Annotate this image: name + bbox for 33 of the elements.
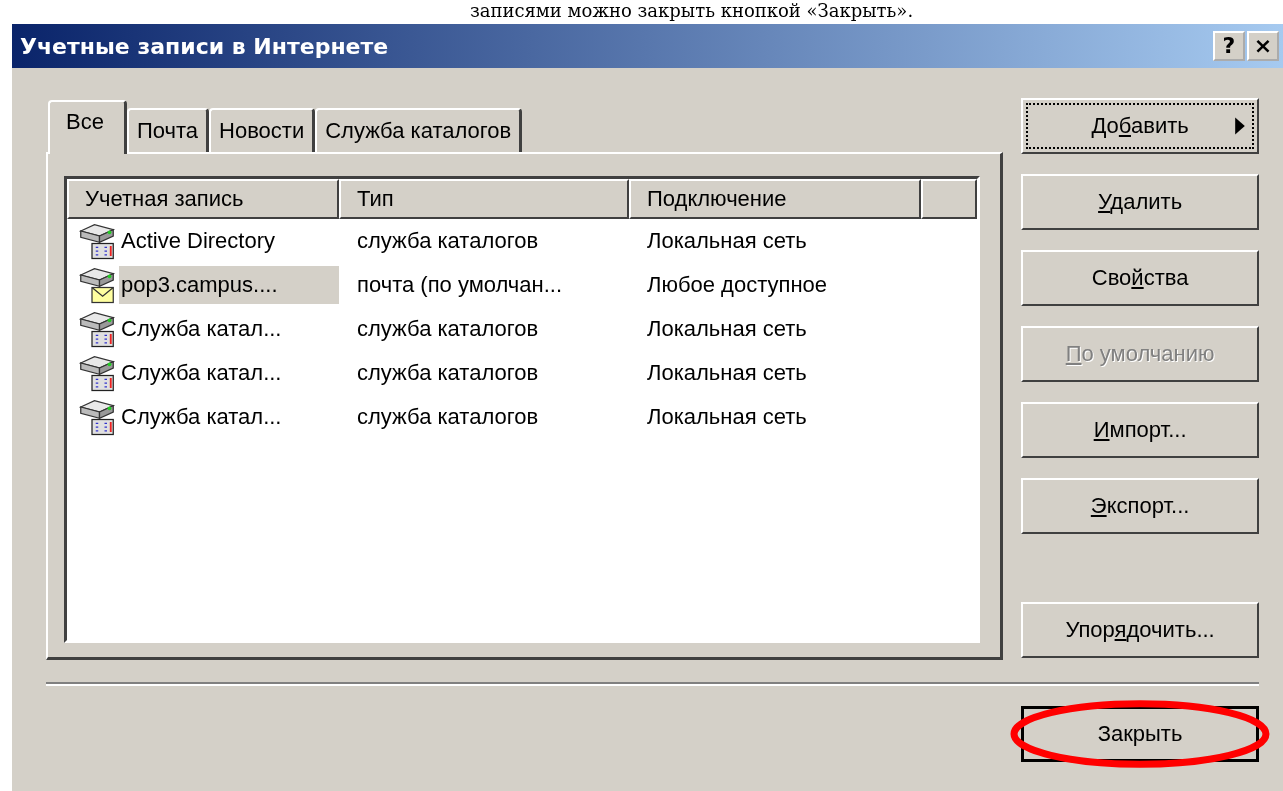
- action-button[interactable]: Экспорт...: [1021, 478, 1259, 534]
- table-cell-text: служба каталогов: [356, 360, 540, 386]
- column-header[interactable]: [921, 179, 978, 219]
- table-cell-text: служба каталогов: [356, 404, 540, 430]
- action-button[interactable]: Добавить: [1021, 98, 1259, 154]
- account-name[interactable]: pop3.campus....: [119, 266, 339, 304]
- sort-button[interactable]: Упорядочить...: [1021, 602, 1259, 658]
- column-header[interactable]: Тип: [339, 179, 629, 219]
- action-button[interactable]: Свойства: [1021, 250, 1259, 306]
- tab[interactable]: Все: [48, 100, 127, 154]
- action-button[interactable]: Импорт...: [1021, 402, 1259, 458]
- tab[interactable]: Новости: [209, 108, 316, 152]
- table-cell-text: Локальная сеть: [646, 404, 808, 430]
- table-cell-text: служба каталогов: [356, 228, 540, 254]
- tab[interactable]: Почта: [126, 108, 209, 152]
- document-text: записями можно закрыть кнопкой «Закрыть».: [468, 0, 915, 22]
- action-button[interactable]: Удалить: [1021, 174, 1259, 230]
- account-name[interactable]: Active Directory: [119, 222, 278, 260]
- table-cell-text: служба каталогов: [356, 316, 540, 342]
- column-header[interactable]: Учетная запись: [67, 179, 339, 219]
- table-cell-text: Любое доступное: [646, 272, 829, 298]
- account-name[interactable]: Служба катал...: [119, 354, 284, 392]
- help-button[interactable]: ?: [1213, 31, 1245, 61]
- close-button[interactable]: ×: [1247, 31, 1279, 61]
- account-name[interactable]: Служба катал...: [119, 310, 284, 348]
- table-cell-text: Локальная сеть: [646, 228, 808, 254]
- table-cell-text: Локальная сеть: [646, 360, 808, 386]
- table-cell-text: Локальная сеть: [646, 316, 808, 342]
- window-title: Учетные записи в Интернете: [20, 33, 389, 59]
- column-header[interactable]: Подключение: [629, 179, 921, 219]
- table-cell-text: почта (по умолчан...: [356, 272, 564, 298]
- account-name[interactable]: Служба катал...: [119, 398, 284, 436]
- tab[interactable]: Служба каталогов: [315, 108, 523, 152]
